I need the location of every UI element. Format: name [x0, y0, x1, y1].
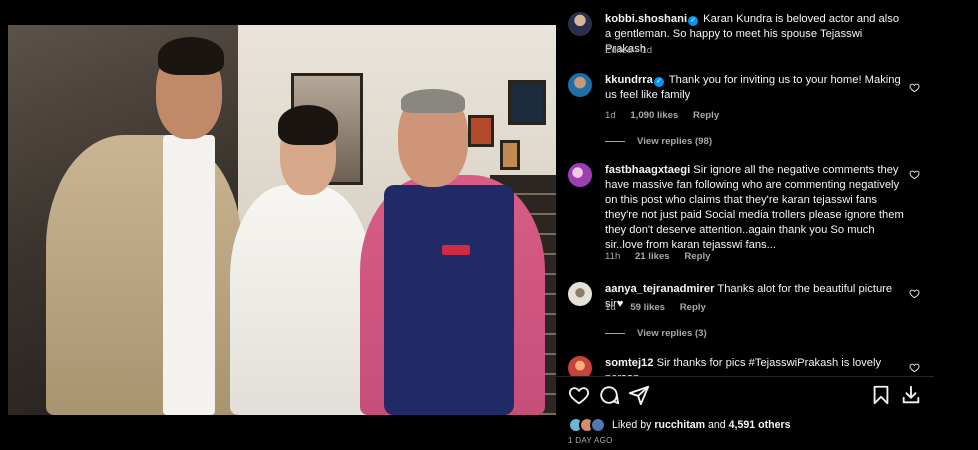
comment-text-block: somtej12 Sir thanks for pics #TejasswiPr… — [605, 356, 905, 376]
comment-body: Sir ignore all the negative comments the… — [605, 164, 904, 251]
comment-time: 1d — [605, 110, 616, 121]
comment-time: 1d — [605, 302, 616, 313]
comment-meta: 11h 21 likes Reply — [605, 251, 722, 262]
comment-meta: 1d 1,090 likes Reply — [605, 110, 731, 121]
right-gutter — [934, 0, 978, 450]
likes-text: Liked by rucchitam and 4,591 others — [612, 419, 791, 431]
verified-badge-icon: ✓ — [653, 77, 664, 87]
person-right-hair — [401, 89, 465, 113]
comment-text-block: fastbhaagxtaegi Sir ignore all the negat… — [605, 163, 905, 253]
comment-time: 11h — [605, 251, 621, 262]
comment-meta: Edited · 1d — [605, 45, 653, 56]
comment-username[interactable]: somtej12 — [605, 357, 654, 369]
person-left-hair — [158, 37, 224, 75]
post-media-panel — [0, 0, 556, 450]
view-replies-label: View replies (3) — [637, 328, 707, 339]
comment-meta: 1d 59 likes Reply — [605, 302, 718, 313]
avatar[interactable] — [568, 282, 592, 306]
comment-likes[interactable]: 59 likes — [630, 302, 665, 313]
pocket-square — [442, 245, 470, 255]
comment-like-heart-icon[interactable] — [909, 82, 920, 93]
likes-prefix: Liked by — [612, 419, 652, 431]
comment-time: 1d — [641, 45, 653, 56]
avatar — [590, 417, 606, 433]
likes-and: and — [708, 419, 726, 431]
person-middle-suit — [230, 185, 372, 415]
bookmark-icon[interactable] — [870, 384, 892, 406]
person-left-shirt — [163, 135, 215, 415]
actions-divider — [556, 376, 934, 377]
view-replies-label: View replies (98) — [637, 136, 713, 147]
heart-icon[interactable] — [568, 384, 590, 406]
comment-username[interactable]: kkundrra — [605, 74, 653, 86]
comment-like-heart-icon[interactable] — [909, 288, 920, 299]
comment-likes[interactable]: 1,090 likes — [630, 110, 678, 121]
comment-username[interactable]: aanya_tejranadmirer — [605, 283, 714, 295]
view-replies-button[interactable]: View replies (3) — [605, 328, 707, 339]
post-time-ago[interactable]: 1 DAY AGO — [568, 436, 613, 445]
post-sidebar: kobbi.shoshani ✓ Karan Kundra is beloved … — [556, 0, 934, 450]
avatar[interactable] — [568, 73, 592, 97]
download-icon[interactable] — [900, 384, 922, 406]
person-middle-hair — [278, 105, 338, 145]
wall-frame — [508, 80, 546, 125]
comment-icon[interactable] — [598, 384, 620, 406]
avatar[interactable] — [568, 163, 592, 187]
person-right-vest — [384, 185, 514, 415]
reply-button[interactable]: Reply — [693, 110, 719, 121]
share-icon[interactable] — [628, 384, 650, 406]
comment-like-heart-icon[interactable] — [909, 362, 920, 373]
edited-label: Edited — [605, 45, 633, 56]
verified-badge-icon: ✓ — [688, 16, 699, 26]
post-actions-bar — [568, 384, 920, 408]
post-photo[interactable] — [8, 25, 556, 415]
reply-button[interactable]: Reply — [684, 251, 710, 262]
replies-line — [605, 140, 625, 142]
likes-others[interactable]: 4,591 others — [729, 419, 791, 431]
liker-avatars — [568, 417, 610, 433]
comment-text-block: kkundrra ✓ Thank you for inviting us to y… — [605, 73, 905, 103]
replies-line — [605, 332, 625, 334]
wall-frame — [468, 115, 494, 147]
avatar[interactable] — [568, 356, 592, 376]
wall-frame — [500, 140, 520, 170]
comment-likes[interactable]: 21 likes — [635, 251, 670, 262]
comment-like-heart-icon[interactable] — [909, 169, 920, 180]
avatar[interactable] — [568, 12, 592, 36]
view-replies-button[interactable]: View replies (98) — [605, 136, 712, 147]
comment-username[interactable]: kobbi.shoshani — [605, 13, 687, 25]
likes-summary[interactable]: Liked by rucchitam and 4,591 others — [568, 417, 928, 433]
comments-list[interactable]: kobbi.shoshani ✓ Karan Kundra is beloved … — [556, 0, 934, 376]
liker-username[interactable]: rucchitam — [654, 419, 705, 431]
reply-button[interactable]: Reply — [680, 302, 706, 313]
comment-username[interactable]: fastbhaagxtaegi — [605, 164, 690, 176]
